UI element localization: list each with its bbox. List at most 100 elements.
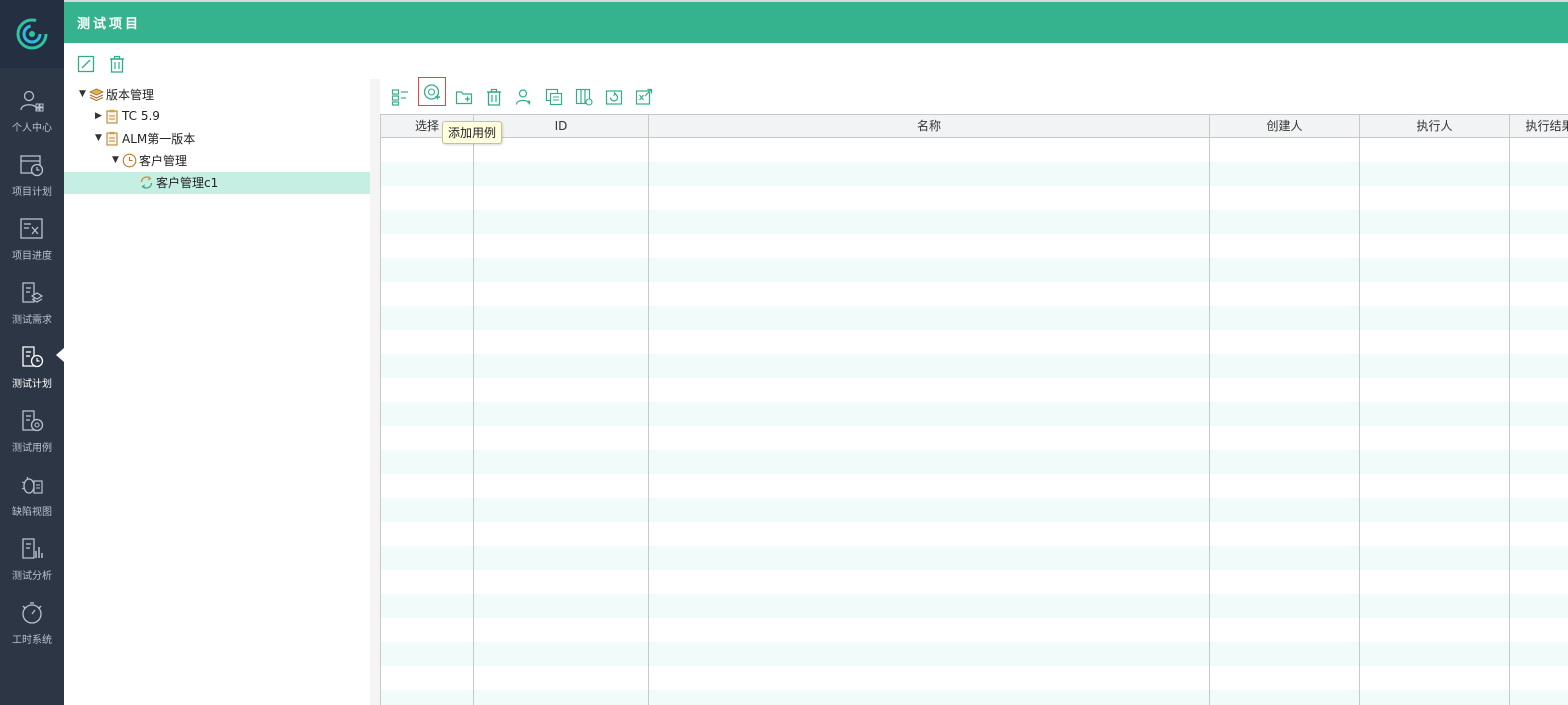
user-grid-icon — [20, 90, 44, 112]
chart-progress-icon — [20, 218, 43, 239]
table-row[interactable] — [381, 330, 1568, 354]
column-divider — [648, 138, 649, 705]
column-divider — [473, 138, 474, 705]
tree-toolbar — [64, 43, 370, 83]
table-row[interactable] — [381, 354, 1568, 378]
version-tree: ▼ 版本管理 ▶ TC 5.9 ▼ ALM第一版本 ▼ 客户管理 客户管理c1 — [64, 83, 370, 705]
trash-icon[interactable] — [106, 53, 128, 75]
table-row[interactable] — [381, 450, 1568, 474]
tree-node-customer-mgmt-c1[interactable]: 客户管理c1 — [127, 171, 218, 193]
tree-node-label: 客户管理c1 — [156, 175, 219, 190]
tooltip-add-case: 添加用例 — [442, 121, 503, 144]
nav-test-analysis[interactable]: 测试分析 — [0, 524, 64, 588]
clock-icon — [121, 152, 137, 168]
tree-node-label: ALM第一版本 — [122, 131, 196, 146]
doc-clock-icon — [22, 346, 44, 368]
copy-icon[interactable] — [542, 85, 566, 109]
nav-test-requirements[interactable]: 测试需求 — [0, 268, 64, 332]
doc-layers-icon — [22, 282, 44, 303]
column-header-executor[interactable]: 执行人 — [1360, 115, 1510, 138]
table-row[interactable] — [381, 474, 1568, 498]
calendar-clock-icon — [20, 155, 44, 177]
page-title: 测试项目 — [77, 17, 142, 32]
collapse-toggle[interactable]: ▼ — [110, 155, 121, 165]
nav-label: 项目进度 — [12, 251, 52, 262]
table-row[interactable] — [381, 234, 1568, 258]
column-divider — [1359, 138, 1360, 705]
nav-timesheet[interactable]: 工时系统 — [0, 588, 64, 652]
table-row[interactable] — [381, 546, 1568, 570]
column-header-result[interactable]: 执行结果 — [1510, 115, 1568, 138]
add-case-icon[interactable] — [418, 77, 446, 106]
cycle-icon — [138, 174, 154, 190]
clipboard-icon — [104, 130, 120, 146]
table-row[interactable] — [381, 402, 1568, 426]
table-row[interactable] — [381, 690, 1568, 705]
assign-user-icon[interactable] — [512, 85, 536, 109]
column-header-creator[interactable]: 创建人 — [1210, 115, 1360, 138]
nav-label: 测试分析 — [12, 571, 52, 582]
tree-node-version-management[interactable]: ▼ 版本管理 — [77, 83, 154, 105]
top-header: 测试项目 — [64, 0, 1568, 43]
app-window: 个人中心 项目计划 项目进度 测试需求 测试计划 测试用例 缺陷视图 测试分析 … — [0, 0, 1568, 705]
column-divider — [1509, 138, 1510, 705]
columns-icon[interactable] — [572, 85, 596, 109]
nav-label: 测试需求 — [12, 315, 52, 326]
nav-test-cases[interactable]: 测试用例 — [0, 396, 64, 460]
table-row[interactable] — [381, 642, 1568, 666]
grid-body — [381, 138, 1568, 705]
column-header-name[interactable]: 名称 — [649, 115, 1210, 138]
table-row[interactable] — [381, 498, 1568, 522]
delete-icon[interactable] — [482, 85, 506, 109]
doc-chart-icon — [22, 538, 43, 559]
edit-icon[interactable] — [75, 53, 97, 75]
stack-icon — [88, 86, 104, 102]
nav-label: 测试用例 — [12, 443, 52, 454]
table-row[interactable] — [381, 162, 1568, 186]
table-row[interactable] — [381, 258, 1568, 282]
clipboard-icon — [104, 108, 120, 124]
bug-icon — [21, 476, 43, 494]
tree-node-customer-mgmt[interactable]: ▼ 客户管理 — [110, 149, 187, 171]
table-row[interactable] — [381, 378, 1568, 402]
table-row[interactable] — [381, 426, 1568, 450]
table-row[interactable] — [381, 282, 1568, 306]
nav-project-plan[interactable]: 项目计划 — [0, 140, 64, 204]
expand-toggle[interactable]: ▶ — [93, 111, 104, 121]
tree-view-icon[interactable] — [388, 85, 412, 109]
nav-label: 工时系统 — [12, 635, 52, 646]
collapse-toggle[interactable]: ▼ — [93, 133, 104, 143]
table-row[interactable] — [381, 618, 1568, 642]
add-folder-icon[interactable] — [452, 85, 476, 109]
table-row[interactable] — [381, 210, 1568, 234]
collapse-toggle[interactable]: ▼ — [77, 89, 88, 99]
table-row[interactable] — [381, 594, 1568, 618]
nav-test-plan[interactable]: 测试计划 — [0, 332, 64, 396]
table-row[interactable] — [381, 666, 1568, 690]
active-nav-indicator — [56, 348, 64, 362]
nav-project-progress[interactable]: 项目进度 — [0, 204, 64, 268]
tree-node-alm-v1[interactable]: ▼ ALM第一版本 — [93, 127, 195, 149]
grid-header: 选择 ID 名称 创建人 执行人 执行结果 — [381, 114, 1568, 138]
tree-node-label: 版本管理 — [106, 87, 155, 102]
table-row[interactable] — [381, 570, 1568, 594]
doc-gear-icon — [22, 410, 44, 432]
refresh-icon[interactable] — [602, 85, 626, 109]
stopwatch-icon — [22, 602, 42, 624]
nav-personal-center[interactable]: 个人中心 — [0, 76, 64, 140]
test-case-grid: 选择 ID 名称 创建人 执行人 执行结果 — [380, 114, 1568, 705]
export-icon[interactable] — [632, 85, 656, 109]
nav-label: 测试计划 — [12, 379, 52, 390]
panel-splitter[interactable] — [370, 79, 380, 705]
grid-toolbar — [380, 77, 1568, 114]
tree-node-tc59[interactable]: ▶ TC 5.9 — [93, 105, 160, 127]
table-row[interactable] — [381, 522, 1568, 546]
table-row[interactable] — [381, 306, 1568, 330]
table-row[interactable] — [381, 186, 1568, 210]
column-divider — [1209, 138, 1210, 705]
table-row[interactable] — [381, 138, 1568, 162]
nav-label: 项目计划 — [12, 187, 52, 198]
app-logo[interactable] — [0, 0, 64, 68]
nav-label: 个人中心 — [12, 123, 52, 134]
nav-defect-view[interactable]: 缺陷视图 — [0, 460, 64, 524]
